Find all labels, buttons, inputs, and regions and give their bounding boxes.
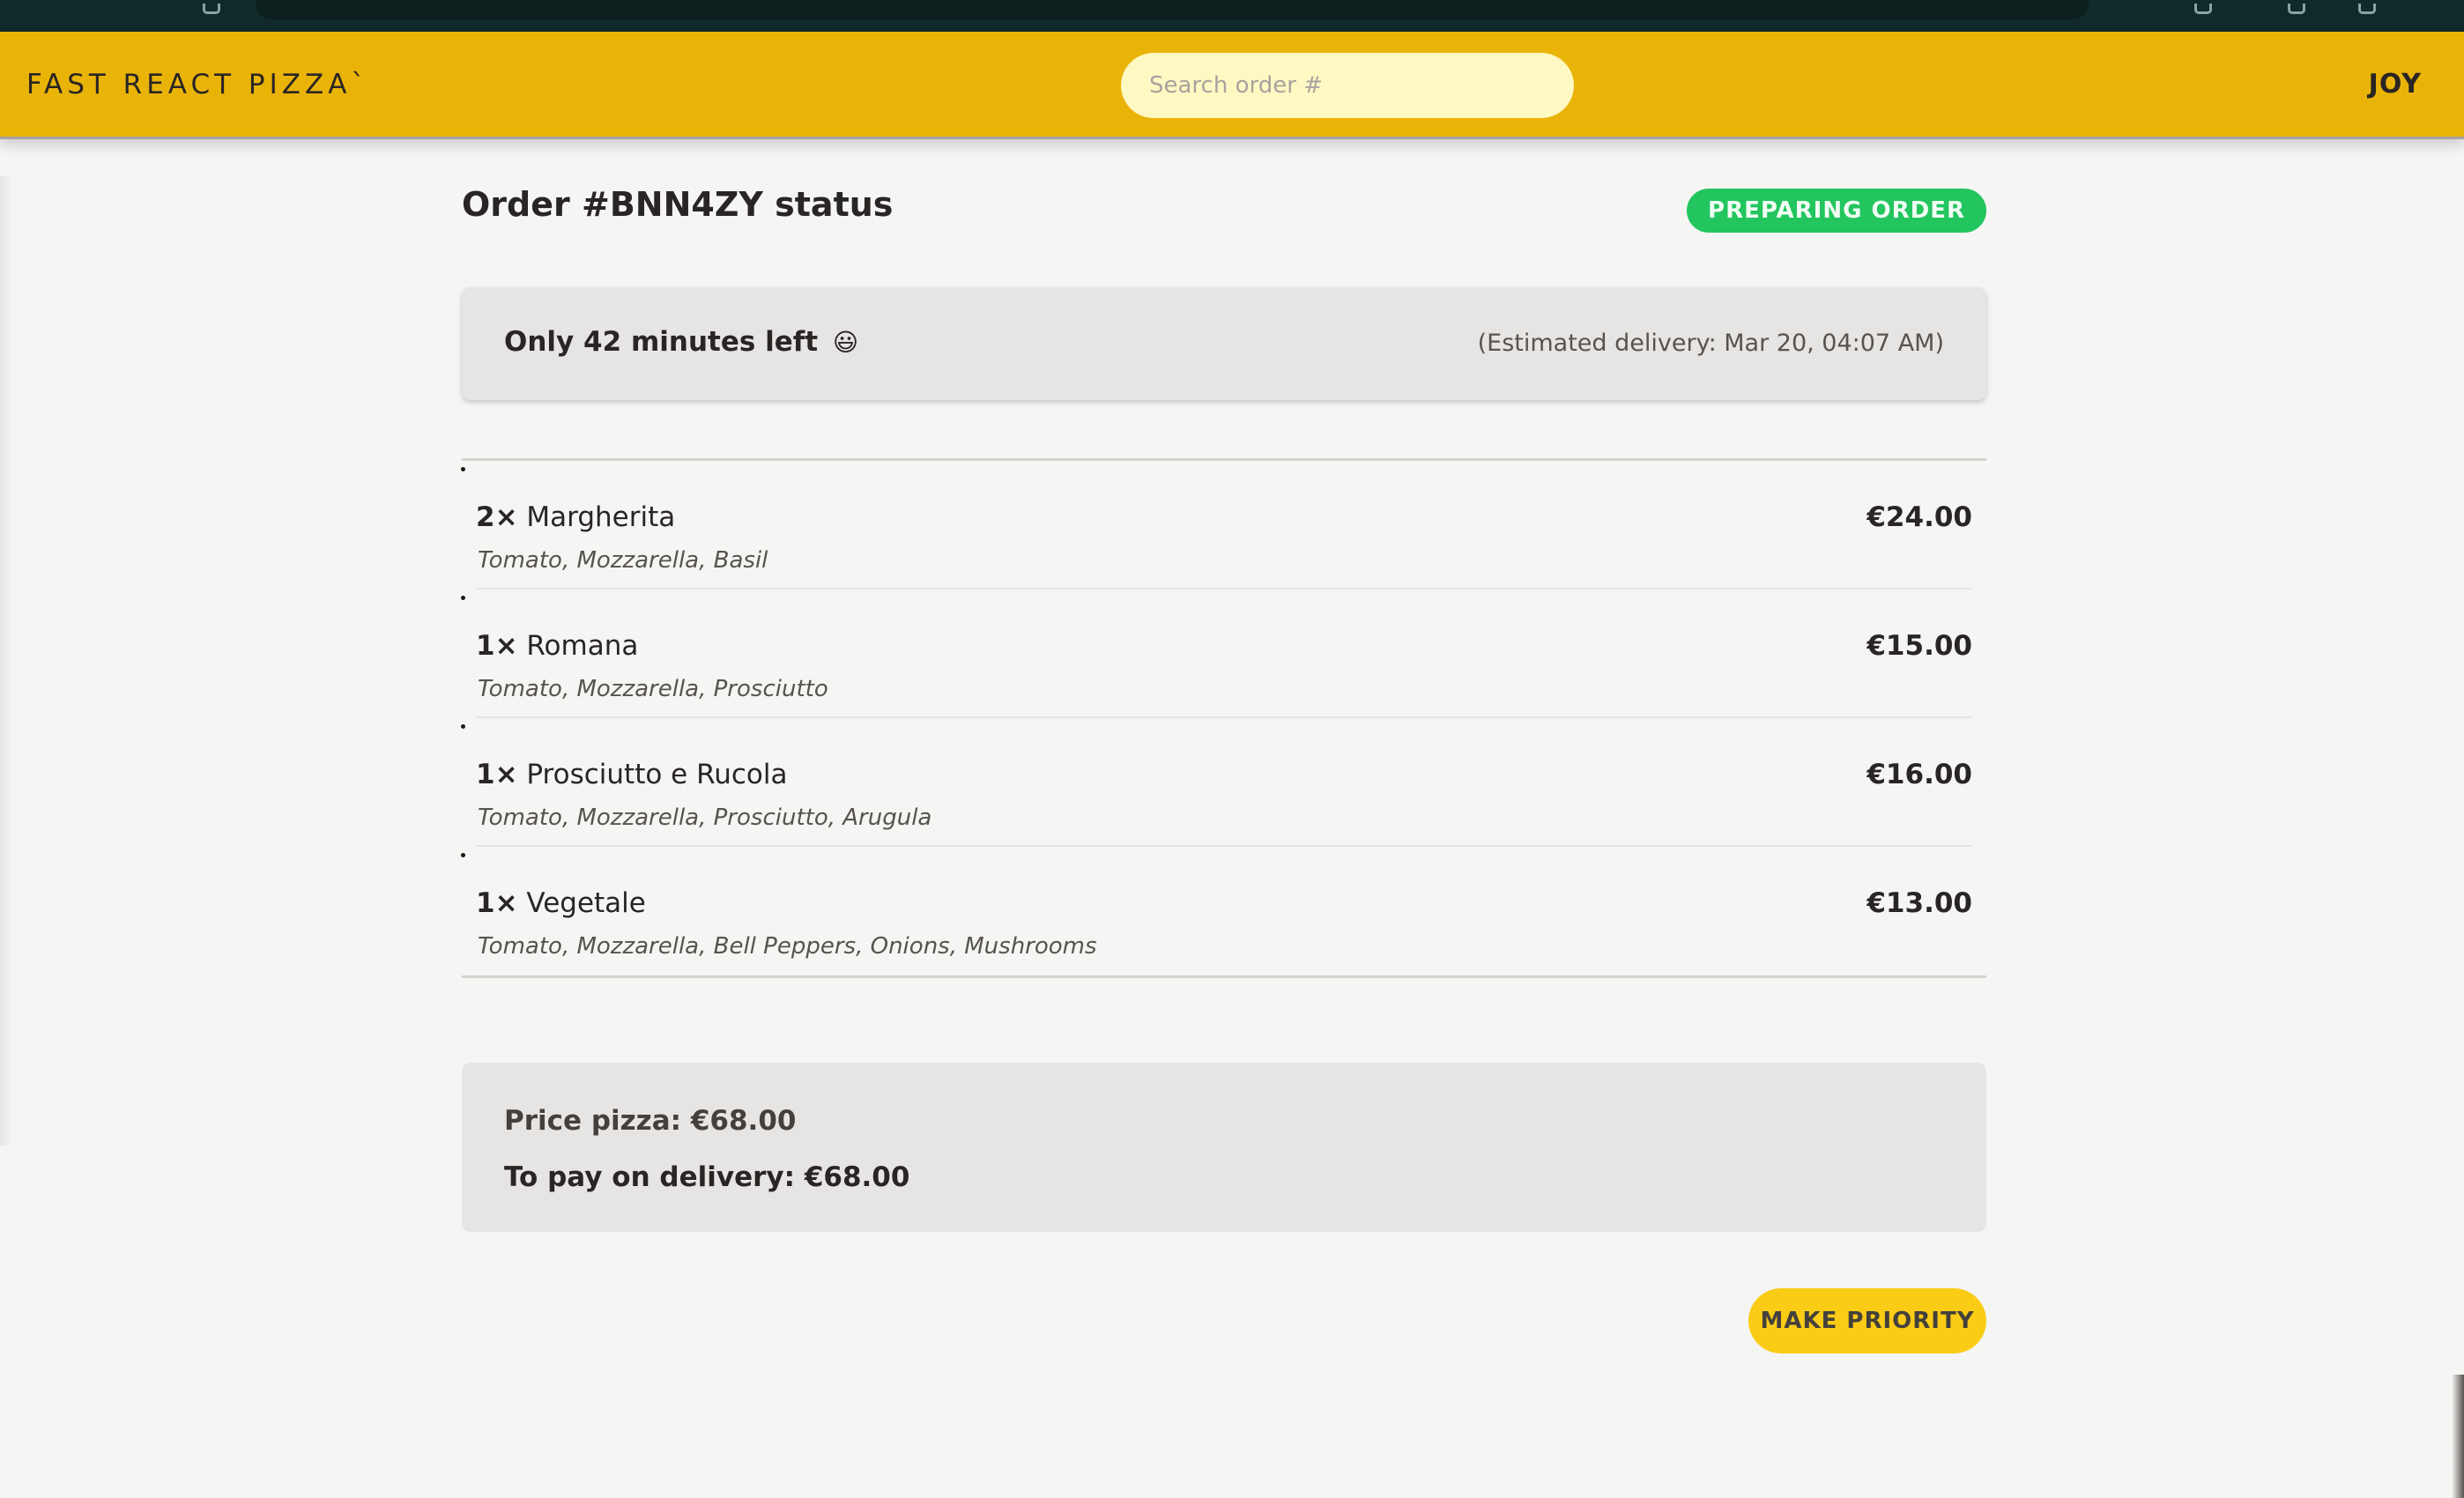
browser-address-bar[interactable]: [256, 0, 2089, 19]
item-title: Margherita: [526, 501, 676, 533]
item-ingredients: Tomato, Mozzarella, Bell Peppers, Onions…: [478, 933, 1097, 960]
username: JOY: [2368, 69, 2422, 100]
item-quantity: 1×: [476, 887, 518, 919]
profile-icon[interactable]: [2358, 4, 2376, 14]
left-shadow: [0, 176, 12, 1146]
list-item: 1× Vegetale Tomato, Mozzarella, Bell Pep…: [476, 847, 1972, 975]
estimated-delivery: (Estimated delivery: Mar 20, 04:07 AM): [1477, 330, 1944, 357]
smiley-emoji-icon: 😃: [832, 328, 859, 357]
item-price: €24.00: [1867, 501, 1972, 533]
item-quantity: 2×: [476, 501, 518, 533]
app-header: Fast React Pizza` JOY: [0, 32, 2464, 139]
to-pay-on-delivery: To pay on delivery: €68.00: [504, 1161, 910, 1193]
item-name: 2× Margherita: [476, 501, 675, 533]
browser-tab-icon[interactable]: [203, 4, 220, 14]
item-ingredients: Tomato, Mozzarella, Prosciutto: [478, 676, 828, 702]
time-left-text: Only 42 minutes left 😃: [504, 326, 858, 358]
logo-link[interactable]: Fast React Pizza`: [26, 69, 369, 100]
item-title: Vegetale: [526, 887, 646, 919]
item-title: Romana: [526, 630, 639, 662]
item-quantity: 1×: [476, 630, 518, 662]
eta-panel: Only 42 minutes left 😃 (Estimated delive…: [462, 287, 1986, 400]
item-price: €15.00: [1867, 630, 1972, 662]
price-summary: Price pizza: €68.00 To pay on delivery: …: [462, 1063, 1986, 1232]
item-name: 1× Vegetale: [476, 887, 646, 919]
browser-toolbar: [0, 0, 2464, 32]
item-title: Prosciutto e Rucola: [526, 759, 788, 790]
list-item: 2× Margherita Tomato, Mozzarella, Basil …: [476, 461, 1972, 590]
list-item: 1× Romana Tomato, Mozzarella, Prosciutto…: [476, 590, 1972, 718]
make-priority-button[interactable]: MAKE PRIORITY: [1748, 1288, 1986, 1353]
price-pizza: Price pizza: €68.00: [504, 1105, 797, 1137]
item-price: €16.00: [1867, 759, 1972, 790]
scrollbar-edge: [2452, 1375, 2464, 1498]
search-order-input[interactable]: [1121, 53, 1574, 118]
status-badge: PREPARING ORDER: [1687, 189, 1986, 233]
item-ingredients: Tomato, Mozzarella, Basil: [478, 547, 768, 574]
order-items-list: 2× Margherita Tomato, Mozzarella, Basil …: [462, 458, 1986, 978]
extension-icon[interactable]: [2194, 4, 2212, 14]
minutes-left: Only 42 minutes left: [504, 326, 819, 358]
item-price: €13.00: [1867, 887, 1972, 919]
item-name: 1× Prosciutto e Rucola: [476, 759, 788, 790]
sidebar-icon[interactable]: [2288, 4, 2305, 14]
list-item: 1× Prosciutto e Rucola Tomato, Mozzarell…: [476, 718, 1972, 847]
order-title: Order #BNN4ZY status: [462, 185, 894, 224]
item-name: 1× Romana: [476, 630, 638, 662]
item-ingredients: Tomato, Mozzarella, Prosciutto, Arugula: [478, 805, 932, 831]
item-quantity: 1×: [476, 759, 518, 790]
